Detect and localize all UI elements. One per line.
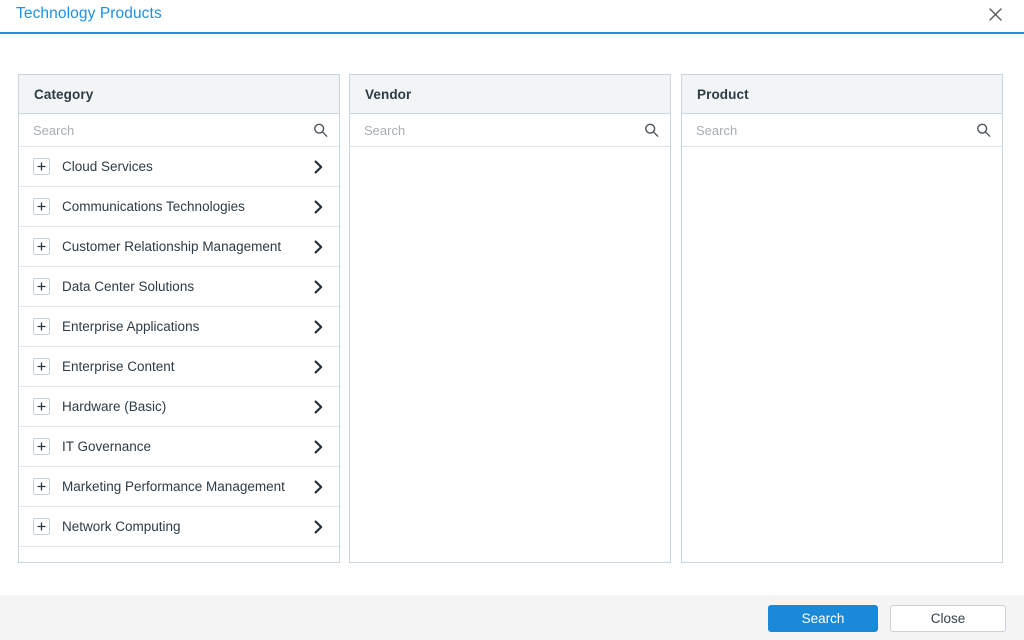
panel-vendor-search-row (350, 114, 670, 147)
search-icon[interactable] (644, 123, 659, 138)
list-item-label: Data Center Solutions (62, 279, 195, 294)
dialog-header: Technology Products (0, 0, 1024, 34)
chevron-right-icon[interactable] (311, 239, 325, 255)
plus-icon[interactable] (33, 518, 50, 535)
plus-icon[interactable] (33, 438, 50, 455)
panel-vendor-header: Vendor (350, 75, 670, 114)
list-item-label: IT Governance (62, 439, 152, 454)
panel-vendor-title: Vendor (365, 86, 412, 102)
chevron-right-icon[interactable] (311, 159, 325, 175)
search-input-vendor[interactable] (350, 114, 670, 146)
list-item-label: Customer Relationship Management (62, 239, 282, 254)
list-item[interactable]: Communications Technologies (19, 187, 339, 227)
panel-category: Category Cloud Services (18, 74, 340, 563)
list-item[interactable]: Hardware (Basic) (19, 387, 339, 427)
list-item[interactable]: Network Computing (19, 507, 339, 547)
panel-product: Product (681, 74, 1003, 563)
list-item[interactable] (19, 547, 339, 562)
chevron-right-icon[interactable] (311, 319, 325, 335)
plus-icon[interactable] (33, 398, 50, 415)
chevron-right-icon[interactable] (311, 519, 325, 535)
plus-icon[interactable] (33, 198, 50, 215)
dialog-body: Category Cloud Services (0, 36, 1024, 595)
list-item-label: Marketing Performance Management (62, 479, 285, 494)
list-item[interactable]: Enterprise Content (19, 347, 339, 387)
panel-category-list[interactable]: Cloud Services Communications Technologi… (19, 147, 339, 562)
search-input-category[interactable] (19, 114, 339, 146)
chevron-right-icon[interactable] (311, 199, 325, 215)
list-item[interactable]: Customer Relationship Management (19, 227, 339, 267)
list-item[interactable]: Marketing Performance Management (19, 467, 339, 507)
chevron-right-icon[interactable] (311, 399, 325, 415)
plus-icon[interactable] (33, 158, 50, 175)
list-item-label: Enterprise Content (62, 359, 175, 374)
close-button[interactable]: Close (890, 605, 1006, 632)
search-icon[interactable] (976, 123, 991, 138)
search-input-product[interactable] (682, 114, 1002, 146)
chevron-right-icon[interactable] (311, 279, 325, 295)
panel-vendor: Vendor (349, 74, 671, 563)
list-item-label: Cloud Services (62, 159, 153, 174)
chevron-right-icon[interactable] (311, 359, 325, 375)
plus-icon[interactable] (33, 318, 50, 335)
search-button[interactable]: Search (768, 605, 878, 632)
list-item[interactable]: Data Center Solutions (19, 267, 339, 307)
panel-product-title: Product (697, 86, 749, 102)
dialog-footer: Search Close (0, 595, 1024, 640)
panel-category-search-row (19, 114, 339, 147)
panel-product-list[interactable] (682, 147, 1002, 562)
chevron-right-icon[interactable] (311, 479, 325, 495)
plus-icon[interactable] (33, 278, 50, 295)
plus-icon[interactable] (33, 478, 50, 495)
chevron-right-icon[interactable] (311, 439, 325, 455)
page-title: Technology Products (16, 5, 162, 22)
list-item[interactable]: IT Governance (19, 427, 339, 467)
panel-vendor-list[interactable] (350, 147, 670, 562)
list-item-label: Hardware (Basic) (62, 399, 167, 414)
list-item[interactable]: Cloud Services (19, 147, 339, 187)
list-item-label: Communications Technologies (62, 199, 245, 214)
plus-icon[interactable] (33, 238, 50, 255)
panel-product-search-row (682, 114, 1002, 147)
panel-product-header: Product (682, 75, 1002, 114)
panel-category-header: Category (19, 75, 339, 114)
search-icon[interactable] (313, 123, 328, 138)
list-item-label: Enterprise Applications (62, 319, 200, 334)
close-icon[interactable] (984, 3, 1006, 25)
list-item[interactable]: Enterprise Applications (19, 307, 339, 347)
list-item-label: Network Computing (62, 519, 181, 534)
plus-icon[interactable] (33, 358, 50, 375)
panel-category-title: Category (34, 86, 94, 102)
